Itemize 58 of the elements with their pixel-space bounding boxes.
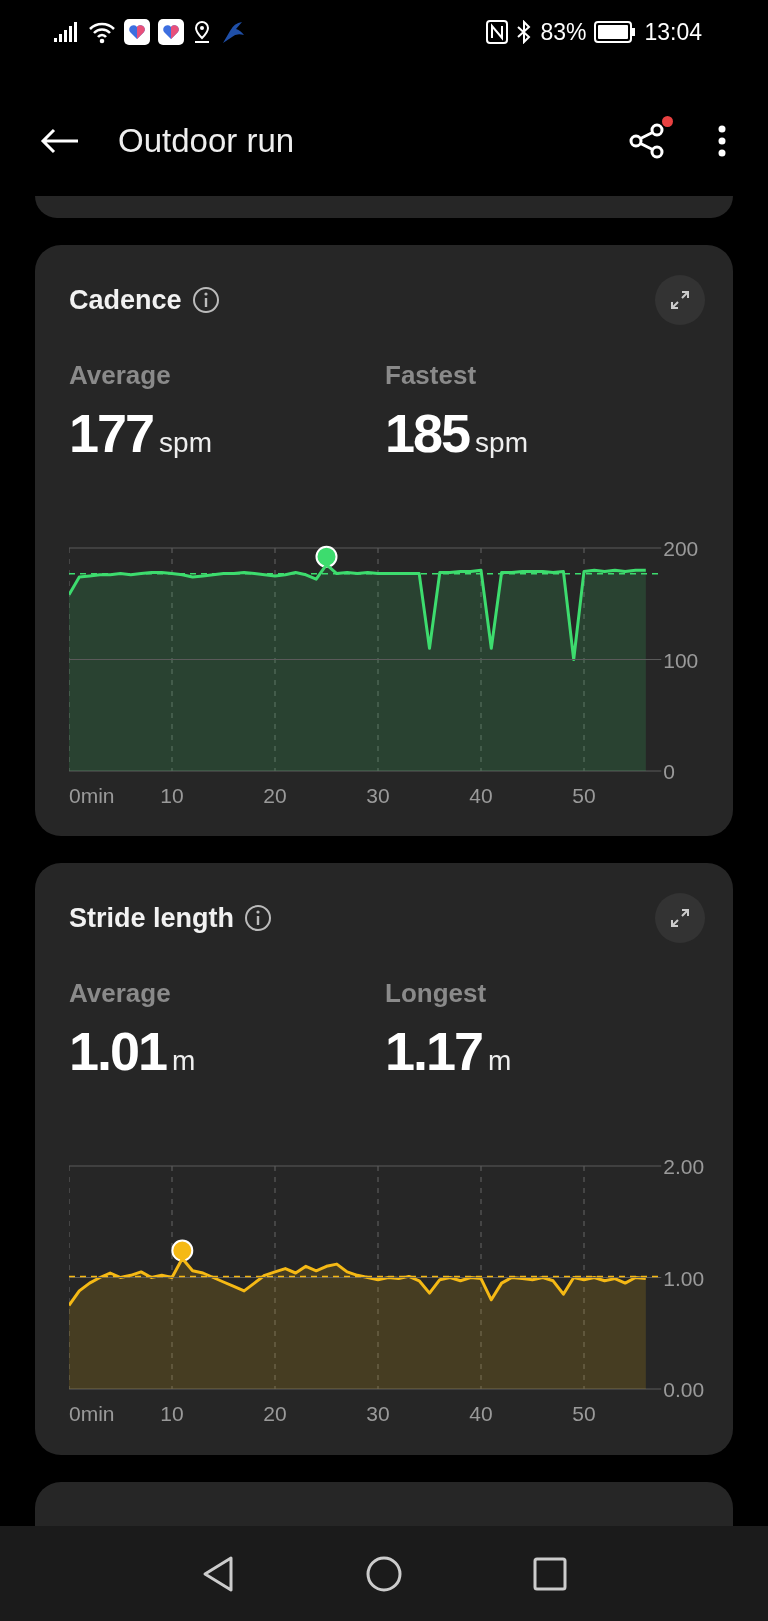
axis-label: 1.00: [663, 1266, 705, 1290]
peak-marker: [171, 1239, 194, 1262]
axis-label: 100: [663, 648, 699, 672]
nfc-icon: [486, 20, 509, 44]
stat-unit: m: [488, 1045, 512, 1077]
wifi-icon: [88, 20, 116, 44]
clock: 13:04: [644, 18, 702, 46]
card-title: Cadence: [69, 284, 182, 316]
stat-unit: spm: [475, 427, 528, 459]
stat-label: Average: [69, 359, 172, 392]
battery-percent: 83%: [540, 18, 587, 46]
axis-label: 50: [572, 1402, 596, 1425]
axis-label: 10: [160, 784, 184, 807]
axis-label: 2.00: [663, 1156, 705, 1178]
axis-label: 0.00: [663, 1378, 705, 1401]
recents-icon[interactable]: [533, 1556, 567, 1591]
info-icon[interactable]: [244, 904, 272, 932]
stat-unit: spm: [159, 427, 212, 459]
stat-value: 1.17: [385, 1020, 483, 1083]
stat-value: 177: [69, 402, 154, 465]
axis-label: 0min: [69, 784, 115, 807]
more-icon[interactable]: [716, 124, 728, 158]
peak-marker: [315, 545, 338, 568]
axis-label: 0: [663, 760, 675, 783]
stat-label: Average: [69, 977, 172, 1010]
back-icon[interactable]: [201, 1554, 235, 1593]
app-icon: [124, 19, 150, 45]
expand-button[interactable]: [655, 275, 705, 325]
card-title: Stride length: [69, 902, 234, 934]
expand-icon: [669, 907, 691, 929]
axis-label: 10: [160, 1402, 184, 1425]
stat-label: Fastest: [385, 359, 478, 392]
axis-label: 200: [663, 538, 699, 560]
share-icon: [628, 123, 666, 159]
signal-icon: [54, 20, 80, 44]
bird-icon: [220, 19, 246, 45]
axis-label: 20: [263, 784, 287, 807]
info-icon[interactable]: [191, 286, 220, 314]
bluetooth-icon: [516, 20, 533, 44]
axis-label: 50: [572, 784, 596, 807]
axis-label: 30: [366, 784, 390, 807]
home-icon[interactable]: [365, 1554, 403, 1593]
axis-label: 30: [366, 1402, 390, 1425]
back-arrow-icon[interactable]: [40, 128, 80, 154]
stat-value: 185: [385, 402, 470, 465]
axis-label: 20: [263, 1402, 287, 1425]
battery-icon: [594, 21, 637, 43]
expand-icon: [669, 289, 691, 311]
axis-label: 40: [469, 784, 493, 807]
app-icon: [158, 19, 184, 45]
stat-value: 1.01: [69, 1020, 167, 1083]
page-title: Outdoor run: [118, 122, 296, 160]
expand-button[interactable]: [655, 893, 705, 943]
stat-label: Longest: [385, 977, 488, 1010]
axis-label: 40: [469, 1402, 493, 1425]
location-icon: [192, 20, 212, 44]
axis-label: 0min: [69, 1402, 115, 1425]
stat-unit: m: [172, 1045, 196, 1077]
